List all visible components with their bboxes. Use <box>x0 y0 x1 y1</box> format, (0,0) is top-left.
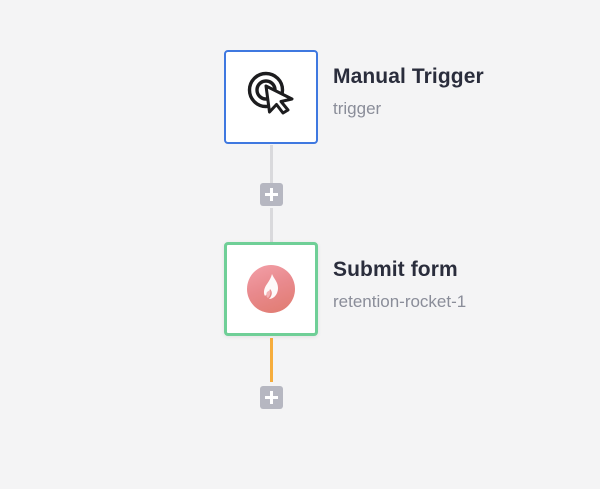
node-subtitle: trigger <box>333 99 382 118</box>
retention-rocket-logo <box>247 265 295 313</box>
manual-trigger-node[interactable] <box>224 50 318 144</box>
add-step-button[interactable] <box>260 386 283 409</box>
submit-form-node[interactable] <box>224 242 318 336</box>
connector-form-to-add <box>270 338 273 382</box>
node-subtitle: retention-rocket-1 <box>333 292 467 311</box>
connector-add-to-form <box>270 208 273 243</box>
connector-trigger-to-add <box>270 145 273 183</box>
plus-icon <box>264 187 279 202</box>
flame-icon <box>258 272 284 307</box>
node-title[interactable]: Submit form <box>333 257 466 283</box>
manual-trigger-label: Manual Trigger trigger <box>333 64 484 121</box>
pointer-click-icon <box>245 69 297 126</box>
node-title[interactable]: Manual Trigger <box>333 64 484 90</box>
submit-form-label: Submit form retention-rocket-1 <box>333 257 466 314</box>
plus-icon <box>264 390 279 405</box>
add-step-button[interactable] <box>260 183 283 206</box>
